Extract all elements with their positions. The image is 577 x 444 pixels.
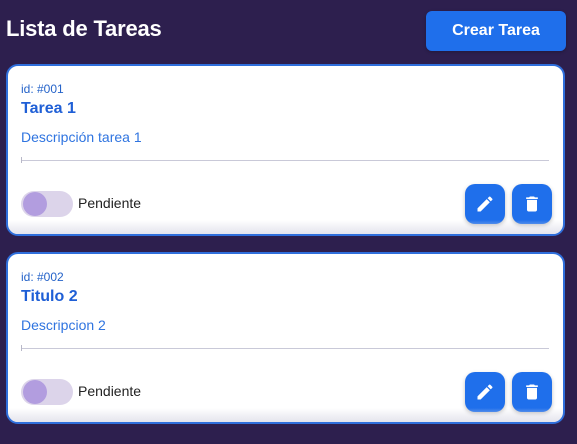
task-id: id: #002 <box>21 270 64 284</box>
toggle-knob <box>23 380 47 404</box>
delete-task-button[interactable] <box>512 372 552 412</box>
task-card: id: #002 Titulo 2 Descripcion 2 Pendient… <box>6 252 565 424</box>
trash-icon <box>526 384 538 400</box>
task-title: Tarea 1 <box>21 100 76 117</box>
trash-icon <box>526 196 538 212</box>
edit-task-button[interactable] <box>465 372 505 412</box>
status-toggle[interactable] <box>21 191 73 217</box>
delete-task-button[interactable] <box>512 184 552 224</box>
task-list: id: #001 Tarea 1 Descripción tarea 1 Pen… <box>0 0 577 444</box>
pencil-icon <box>477 384 493 400</box>
task-card: id: #001 Tarea 1 Descripción tarea 1 Pen… <box>6 64 565 236</box>
task-divider <box>21 345 549 351</box>
task-description: Descripcion 2 <box>21 317 106 333</box>
task-list-page: Lista de Tareas Crear Tarea id: #001 Tar… <box>0 0 577 444</box>
status-label: Pendiente <box>78 383 142 399</box>
status-label: Pendiente <box>78 195 142 211</box>
pencil-icon <box>477 196 493 212</box>
task-title: Titulo 2 <box>21 288 78 305</box>
status-toggle[interactable] <box>21 379 73 405</box>
toggle-knob <box>23 192 47 216</box>
edit-task-button[interactable] <box>465 184 505 224</box>
task-divider <box>21 157 549 163</box>
task-id: id: #001 <box>21 82 64 96</box>
task-description: Descripción tarea 1 <box>21 129 142 145</box>
